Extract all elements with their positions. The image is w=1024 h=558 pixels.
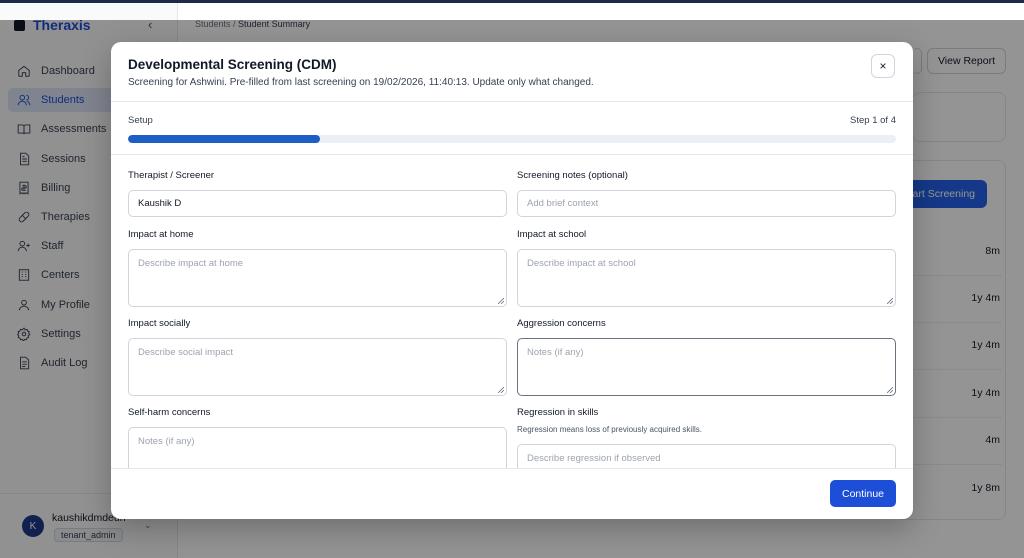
modal-title: Developmental Screening (CDM) (128, 57, 337, 72)
home-label: Impact at home (128, 229, 194, 240)
aggression-textarea[interactable]: Notes (if any) (517, 338, 896, 396)
regression-textarea[interactable]: Describe regression if observed (517, 444, 896, 468)
resize-handle-icon[interactable] (887, 387, 893, 393)
screening-modal: Developmental Screening (CDM) Screening … (111, 42, 913, 519)
selfharm-placeholder: Notes (if any) (138, 436, 195, 447)
aggression-label: Aggression concerns (517, 318, 606, 329)
step-label: Setup (128, 115, 153, 126)
social-textarea[interactable]: Describe social impact (128, 338, 507, 396)
aggression-placeholder: Notes (if any) (527, 347, 584, 358)
modal-subtitle: Screening for Ashwini. Pre-filled from l… (128, 77, 594, 88)
continue-button[interactable]: Continue (830, 480, 896, 507)
social-label: Impact socially (128, 318, 191, 329)
resize-handle-icon[interactable] (887, 298, 893, 304)
regression-placeholder: Describe regression if observed (527, 453, 661, 464)
school-textarea[interactable]: Describe impact at school (517, 249, 896, 307)
school-label: Impact at school (517, 229, 587, 240)
notes-input[interactable]: Add brief context (517, 190, 896, 217)
divider (111, 101, 913, 102)
therapist-input[interactable]: Kaushik D (128, 190, 507, 217)
therapist-label: Therapist / Screener (128, 170, 215, 181)
school-placeholder: Describe impact at school (527, 258, 636, 269)
regression-help: Regression means loss of previously acqu… (517, 425, 702, 434)
home-placeholder: Describe impact at home (138, 258, 244, 269)
divider (111, 468, 913, 469)
selfharm-label: Self-harm concerns (128, 407, 211, 418)
progress-fill (128, 135, 320, 143)
close-icon: × (879, 59, 887, 73)
social-placeholder: Describe social impact (138, 347, 234, 358)
selfharm-textarea[interactable]: Notes (if any) (128, 427, 507, 468)
progress-bar (128, 135, 896, 143)
close-button[interactable]: × (871, 54, 895, 78)
resize-handle-icon[interactable] (498, 387, 504, 393)
step-count: Step 1 of 4 (850, 115, 896, 126)
form-area[interactable]: Therapist / Screener Kaushik D Screening… (111, 155, 913, 468)
regression-label: Regression in skills (517, 407, 599, 418)
resize-handle-icon[interactable] (498, 298, 504, 304)
notes-label: Screening notes (optional) (517, 170, 628, 181)
home-textarea[interactable]: Describe impact at home (128, 249, 507, 307)
